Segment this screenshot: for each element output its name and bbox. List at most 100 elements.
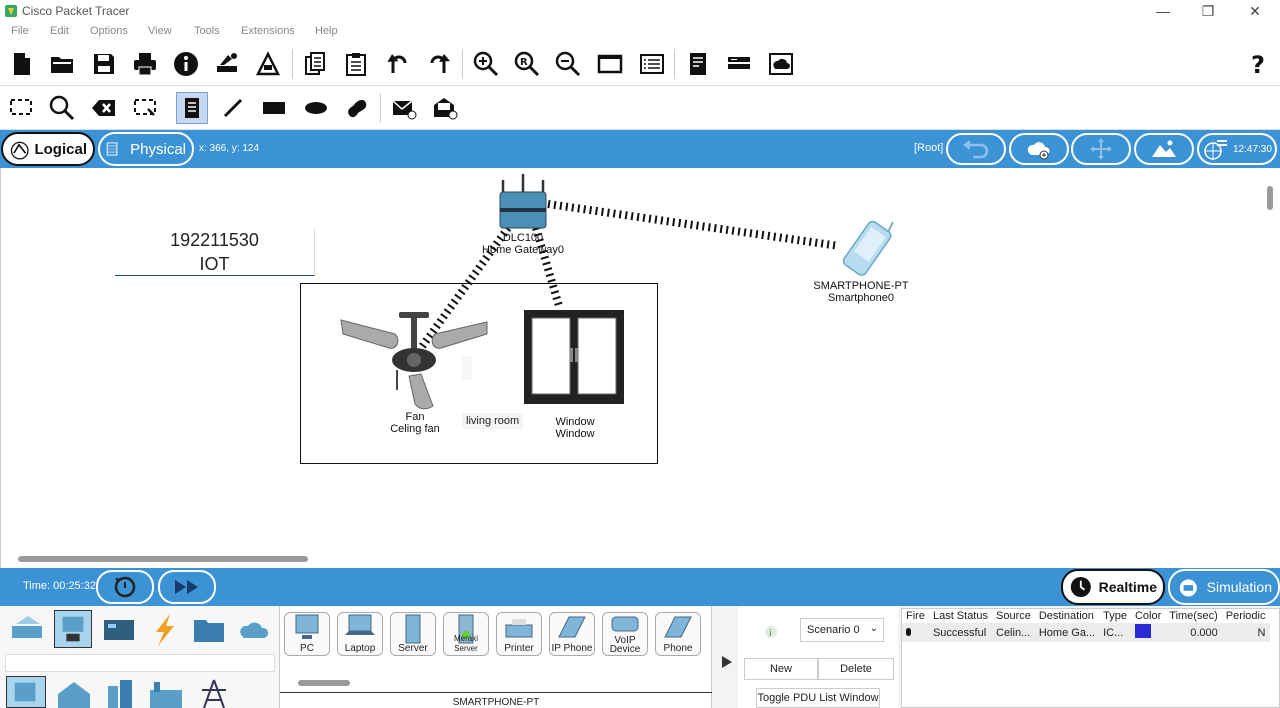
- power-grid-icon[interactable]: [196, 678, 232, 708]
- root-breadcrumb[interactable]: [Root]: [914, 142, 943, 154]
- zoom-reset-icon[interactable]: R: [511, 48, 543, 80]
- home-icon[interactable]: [54, 678, 94, 708]
- home-devices-icon[interactable]: [6, 676, 46, 708]
- custom-device-dialog-icon[interactable]: [636, 48, 668, 80]
- device-search-input[interactable]: [5, 654, 275, 672]
- close-button[interactable]: ✕: [1240, 2, 1270, 20]
- set-background-button[interactable]: [1134, 133, 1194, 165]
- info-icon[interactable]: [170, 48, 202, 80]
- pdu-header-fire[interactable]: Fire: [902, 609, 929, 623]
- open-folder-icon[interactable]: [46, 48, 78, 80]
- device-voip[interactable]: VoIP Device: [602, 612, 648, 656]
- cloud-device-icon[interactable]: [765, 48, 797, 80]
- draw-line-icon[interactable]: [217, 92, 249, 124]
- select-icon[interactable]: [5, 92, 37, 124]
- viewport-clock-button[interactable]: 12:47:30: [1197, 133, 1277, 165]
- power-cycle-button[interactable]: [96, 570, 154, 604]
- window-icon[interactable]: [522, 308, 626, 406]
- logical-tab[interactable]: Logical: [1, 132, 95, 166]
- paste-icon[interactable]: [340, 48, 372, 80]
- logical-workspace[interactable]: 192211530 IOT DLC100 Home Gateway0 SMART…: [0, 168, 1280, 568]
- menu-edit[interactable]: Edit: [50, 25, 69, 37]
- print-icon[interactable]: [129, 48, 161, 80]
- help-icon[interactable]: ?: [1242, 48, 1274, 80]
- expand-arrow-icon[interactable]: [720, 654, 734, 670]
- add-complex-pdu-icon[interactable]: [429, 92, 461, 124]
- simulation-mode-button[interactable]: Simulation: [1168, 569, 1280, 605]
- realtime-mode-button[interactable]: Realtime: [1061, 569, 1165, 605]
- network-wizard-icon[interactable]: [211, 48, 243, 80]
- copy-icon[interactable]: [299, 48, 331, 80]
- device-meraki-server[interactable]: Meraki Server: [443, 612, 489, 656]
- freeform-icon[interactable]: [341, 92, 373, 124]
- resize-shape-icon[interactable]: [129, 92, 161, 124]
- miscellaneous-icon[interactable]: [190, 612, 228, 648]
- end-devices-icon[interactable]: [54, 610, 92, 648]
- place-note-icon[interactable]: [176, 92, 208, 124]
- restore-button[interactable]: ❐: [1193, 2, 1223, 20]
- components-icon[interactable]: [100, 612, 138, 648]
- undo-icon[interactable]: [382, 48, 414, 80]
- pdu-header-status[interactable]: Last Status: [929, 609, 992, 623]
- connections-icon[interactable]: [146, 612, 182, 648]
- pdu-header-periodic[interactable]: Periodic: [1222, 609, 1270, 623]
- redo-icon[interactable]: [423, 48, 455, 80]
- scenario-select[interactable]: Scenario 0 ⌄: [800, 618, 884, 642]
- activity-wizard-icon[interactable]: [252, 48, 284, 80]
- pdu-fire-cell[interactable]: [902, 623, 929, 642]
- physical-tab[interactable]: Physical: [98, 132, 194, 166]
- pdu-header-source[interactable]: Source: [992, 609, 1035, 623]
- pdu-type-cell: IC...: [1103, 626, 1124, 639]
- table-row[interactable]: Successful Celin... Home Ga... IC... 0.0…: [902, 623, 1270, 642]
- menu-view[interactable]: View: [148, 25, 172, 37]
- move-object-button[interactable]: [1071, 133, 1131, 165]
- multiuser-cloud-icon[interactable]: [236, 612, 274, 648]
- pdu-header-type[interactable]: Type: [1099, 609, 1131, 623]
- pdu-header-color[interactable]: Color: [1131, 609, 1165, 623]
- fast-forward-button[interactable]: [158, 570, 216, 604]
- zoom-in-icon[interactable]: [470, 48, 502, 80]
- menu-options[interactable]: Options: [90, 25, 128, 37]
- home-gateway-icon[interactable]: [498, 172, 548, 232]
- device-printer[interactable]: Printer: [496, 612, 542, 656]
- zoom-out-icon[interactable]: [552, 48, 584, 80]
- device-pc[interactable]: PC: [284, 612, 330, 656]
- save-icon[interactable]: [88, 48, 120, 80]
- menu-help[interactable]: Help: [315, 25, 338, 37]
- smart-city-icon[interactable]: [102, 678, 138, 708]
- menu-extensions[interactable]: Extensions: [241, 25, 295, 37]
- drawing-palette-icon[interactable]: [594, 48, 626, 80]
- device-server[interactable]: Server: [390, 612, 436, 656]
- add-simple-pdu-icon[interactable]: [388, 92, 420, 124]
- vertical-scrollbar[interactable]: [1267, 186, 1273, 210]
- industrial-icon[interactable]: [146, 678, 186, 708]
- toggle-pdu-list-button[interactable]: Toggle PDU List Window: [756, 688, 880, 708]
- new-scenario-button[interactable]: New: [744, 658, 818, 680]
- network-devices-icon[interactable]: [8, 612, 46, 648]
- menu-tools[interactable]: Tools: [194, 25, 220, 37]
- new-file-icon[interactable]: [6, 48, 38, 80]
- viewport-icon[interactable]: [682, 48, 714, 80]
- menu-file[interactable]: File: [11, 25, 29, 37]
- pdu-header-destination[interactable]: Destination: [1035, 609, 1099, 623]
- back-button[interactable]: [946, 133, 1006, 165]
- device-template-icon[interactable]: [723, 48, 755, 80]
- pdu-header-time[interactable]: Time(sec): [1165, 609, 1221, 623]
- delete-scenario-button[interactable]: Delete: [818, 658, 894, 680]
- device-list-scrollbar[interactable]: [298, 680, 350, 686]
- scenario-panel: i Scenario 0 ⌄ New Delete Toggle PDU Lis…: [738, 606, 898, 708]
- draw-rectangle-icon[interactable]: [258, 92, 290, 124]
- scenario-info-icon[interactable]: i: [764, 625, 778, 639]
- device-laptop[interactable]: Laptop: [337, 612, 383, 656]
- delete-icon[interactable]: [88, 92, 120, 124]
- minimize-button[interactable]: —: [1148, 2, 1178, 20]
- draw-ellipse-icon[interactable]: [300, 92, 332, 124]
- room-label[interactable]: living room: [462, 413, 524, 429]
- horizontal-scrollbar[interactable]: [18, 556, 308, 562]
- device-ip-phone[interactable]: IP Phone: [549, 612, 595, 656]
- inspect-icon[interactable]: [46, 92, 78, 124]
- smartphone-icon[interactable]: [831, 220, 901, 278]
- note-placeholder[interactable]: [462, 356, 472, 380]
- new-cluster-button[interactable]: [1009, 133, 1069, 165]
- device-phone[interactable]: Phone: [655, 612, 701, 656]
